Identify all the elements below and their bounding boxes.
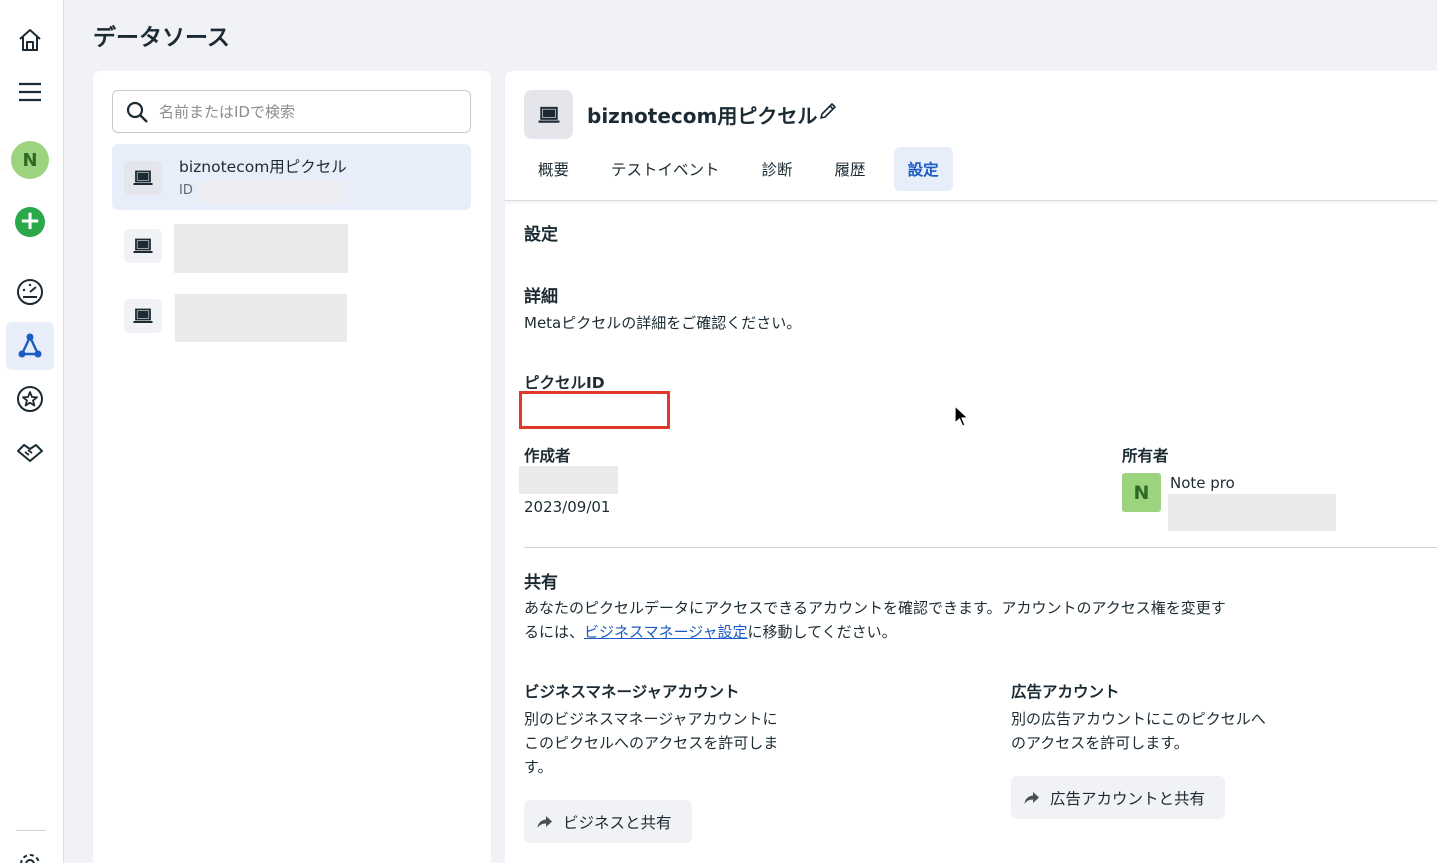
laptop-icon — [524, 90, 573, 139]
share-with-business-button[interactable]: ビジネスと共有 — [524, 800, 692, 843]
star-badge-icon[interactable] — [6, 375, 54, 423]
ad-account-description: 別の広告アカウントにこのピクセルへ のアクセスを許可します。 — [1011, 710, 1266, 752]
rail-divider — [16, 830, 46, 831]
tab-settings[interactable]: 設定 — [893, 147, 953, 191]
tab-test-events[interactable]: テストイベント — [597, 147, 734, 191]
detail-header: biznotecom用ピクセル 概要 テストイベント 診断 履歴 設定 — [505, 71, 1437, 201]
sharing-heading: 共有 — [524, 573, 558, 593]
creator-label: 作成者 — [524, 447, 571, 465]
edit-pencil-icon[interactable] — [818, 101, 838, 125]
search-icon — [126, 101, 148, 123]
left-nav-rail: N + — [0, 0, 64, 863]
tab-bar: 概要 テストイベント 診断 履歴 設定 — [524, 147, 967, 191]
dashboard-gauge-icon[interactable] — [6, 268, 54, 316]
pixel-detail-panel: biznotecom用ピクセル 概要 テストイベント 診断 履歴 設定 設定 詳… — [505, 71, 1437, 863]
pixel-id-label: ピクセルID — [524, 374, 605, 392]
list-item-id-label: ID — [179, 183, 193, 198]
home-icon[interactable] — [6, 16, 54, 64]
tab-diagnostics[interactable]: 診断 — [748, 147, 807, 191]
search-input[interactable] — [159, 102, 459, 121]
details-description: Metaピクセルの詳細をご確認ください。 — [524, 314, 802, 332]
list-item-name: biznotecom用ピクセル — [179, 158, 347, 176]
pixel-id-highlight — [519, 391, 670, 429]
share-with-ad-account-button[interactable]: 広告アカウントと共有 — [1011, 776, 1226, 819]
add-icon[interactable]: + — [6, 198, 54, 246]
redacted-id — [197, 181, 347, 203]
share-arrow-icon — [537, 815, 552, 828]
ad-account-heading: 広告アカウント — [1011, 683, 1120, 701]
menu-icon[interactable] — [6, 68, 54, 116]
business-manager-settings-link[interactable]: ビジネスマネージャ設定 — [584, 623, 748, 641]
laptop-icon — [124, 161, 162, 195]
owner-avatar: N — [1122, 473, 1161, 512]
owner-label: 所有者 — [1122, 447, 1169, 465]
avatar: N — [11, 141, 49, 179]
redacted-creator — [519, 466, 618, 494]
business-account-description: 別のビジネスマネージャアカウントに このピクセルへのアクセスを許可しま す。 — [524, 710, 779, 776]
created-date: 2023/09/01 — [524, 498, 611, 516]
data-source-list-panel: biznotecom用ピクセル ID — [93, 71, 491, 863]
redacted-owner-id — [1168, 494, 1336, 531]
share-arrow-icon — [1024, 791, 1039, 804]
business-account-heading: ビジネスマネージャアカウント — [524, 683, 740, 701]
laptop-icon — [124, 299, 162, 333]
list-item[interactable]: biznotecom用ピクセル ID — [112, 144, 471, 210]
laptop-icon — [124, 229, 162, 263]
tab-overview[interactable]: 概要 — [524, 147, 583, 191]
settings-gear-icon[interactable] — [6, 840, 54, 863]
page-title: データソース — [93, 25, 230, 51]
section-divider — [524, 547, 1437, 548]
settings-heading: 設定 — [524, 225, 558, 245]
details-heading: 詳細 — [524, 287, 558, 307]
redacted-list-item[interactable] — [174, 224, 348, 273]
account-avatar[interactable]: N — [6, 136, 54, 184]
pixel-title: biznotecom用ピクセル — [587, 104, 818, 128]
tab-history[interactable]: 履歴 — [821, 147, 880, 191]
sharing-description: あなたのピクセルデータにアクセスできるアカウントを確認できます。アカウントのアク… — [524, 599, 1226, 641]
partnership-icon[interactable] — [6, 428, 54, 476]
owner-name: Note pro — [1170, 474, 1235, 492]
search-box[interactable] — [112, 90, 471, 133]
mouse-cursor-icon — [954, 404, 970, 433]
redacted-list-item[interactable] — [175, 294, 347, 342]
data-sources-icon[interactable] — [6, 322, 54, 370]
